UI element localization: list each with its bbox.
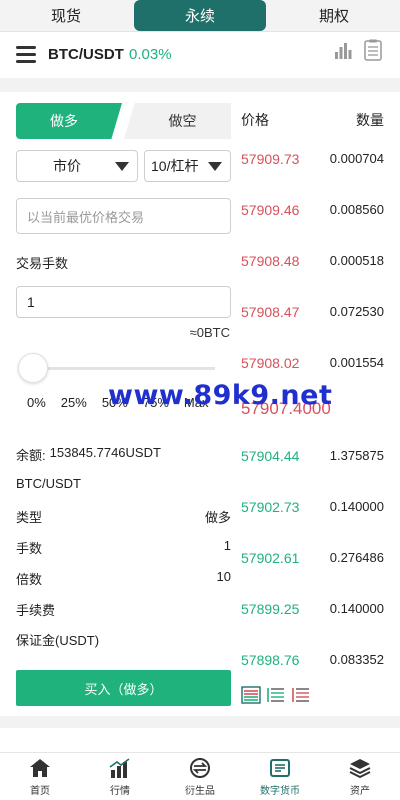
buy-long-button[interactable]: 买入（做多） [16,670,231,706]
nav-home[interactable]: 首页 [0,753,80,800]
ask-qty: 0.001554 [329,355,384,370]
order-type-value: 市价 [53,158,81,174]
info-label: 类型 [16,510,43,525]
nav-crypto[interactable]: 数字货币 [240,753,320,800]
leverage-select[interactable]: 10/杠杆 [144,150,231,182]
percent-option[interactable]: 0% [27,395,46,410]
book-both-icon[interactable] [241,686,261,704]
book-mode-switch [241,686,316,704]
nav-assets[interactable]: 资产 [320,753,400,800]
bid-price[interactable]: 57902.61 [241,550,299,566]
pair-header: BTC/USDT 0.03% [0,32,400,78]
bid-price[interactable]: 57898.76 [241,652,299,668]
crypto-icon [270,759,290,777]
bid-qty: 0.140000 [329,499,384,514]
price-header: 价格 [241,112,269,128]
bid-qty: 0.276486 [329,550,384,565]
info-label: 倍数 [16,572,43,587]
balance-row: 余额: 153845.7746USDT [16,445,231,464]
info-margin-row: 保证金(USDT) [16,630,231,649]
long-tab[interactable]: 做多 [16,103,122,139]
balance-label: 余额: [16,448,46,463]
info-multiple-row: 倍数 10 [16,569,231,588]
info-fee-row: 手续费 [16,600,231,619]
order-type-select[interactable]: 市价 [16,150,138,182]
price-change: 0.03% [129,46,172,63]
watermark-text: www.89k9.net [108,380,333,411]
caret-down-icon [208,162,222,171]
qty-header: 数量 [356,112,384,128]
ask-qty: 0.072530 [329,304,384,319]
percent-option[interactable]: 25% [61,395,87,410]
lots-label: 交易手数 [16,256,69,271]
info-type-row: 类型 做多 [16,507,231,526]
balance-value: 153845.7746USDT [49,445,161,460]
ask-price[interactable]: 57908.02 [241,355,299,371]
bid-qty: 0.140000 [329,601,384,616]
nav-derivatives[interactable]: 衍生品 [160,753,240,800]
orders-doc-icon[interactable] [364,39,382,61]
pair-title[interactable]: BTC/USDT [48,46,124,63]
ask-price[interactable]: 57909.46 [241,202,299,218]
ask-qty: 0.008560 [329,202,384,217]
nav-label: 衍生品 [185,786,215,797]
nav-market[interactable]: 行情 [80,753,160,800]
side-switch: 做多 做空 [16,103,231,139]
bid-qty: 1.375875 [329,448,384,463]
info-label: 手数 [16,541,43,556]
pair-label: BTC/USDT [16,476,81,491]
short-tab[interactable]: 做空 [124,103,231,139]
pair-row: BTC/USDT [16,476,231,491]
bid-price[interactable]: 57902.73 [241,499,299,515]
market-tabs: 现货 永续 期权 [0,0,400,32]
derivatives-icon [190,758,210,778]
leverage-value: 10/杠杆 [151,158,199,174]
book-bids-icon[interactable] [266,686,286,704]
info-value: 1 [223,538,231,553]
info-value: 10 [216,569,231,584]
info-label: 手续费 [16,603,56,618]
ask-qty: 0.000518 [329,253,384,268]
info-label: 保证金(USDT) [16,633,100,648]
nav-label: 首页 [30,786,50,797]
chart-icon[interactable] [334,42,352,60]
ask-price[interactable]: 57908.48 [241,253,299,269]
bid-price[interactable]: 57899.25 [241,601,299,617]
menu-icon[interactable] [16,46,36,63]
tab-spot[interactable]: 现货 [0,0,132,31]
tab-perpetual[interactable]: 永续 [134,0,266,31]
nav-label: 数字货币 [260,786,300,797]
info-lots-row: 手数 1 [16,538,231,557]
info-value: 做多 [204,510,231,525]
ask-qty: 0.000704 [329,151,384,166]
approx-btc: ≈0BTC [189,325,230,340]
quantity-input[interactable]: 1 [16,286,231,318]
price-input[interactable]: 以当前最优价格交易 [16,198,231,234]
nav-label: 资产 [350,786,370,797]
bid-price[interactable]: 57904.44 [241,448,299,464]
divider-band [0,78,400,92]
book-asks-icon[interactable] [291,686,311,704]
assets-icon [349,759,371,779]
tab-options[interactable]: 期权 [268,0,400,31]
ask-price[interactable]: 57909.73 [241,151,299,167]
home-icon [30,759,50,777]
ask-price[interactable]: 57908.47 [241,304,299,320]
bid-qty: 0.083352 [329,652,384,667]
slider-handle[interactable] [18,353,48,383]
caret-down-icon [115,162,129,171]
market-icon [109,758,130,778]
quantity-slider[interactable] [30,367,215,370]
nav-label: 行情 [110,786,130,797]
bottom-nav: 首页 行情 衍生品 数字货币 资产 [0,752,400,800]
divider-band [0,716,400,728]
